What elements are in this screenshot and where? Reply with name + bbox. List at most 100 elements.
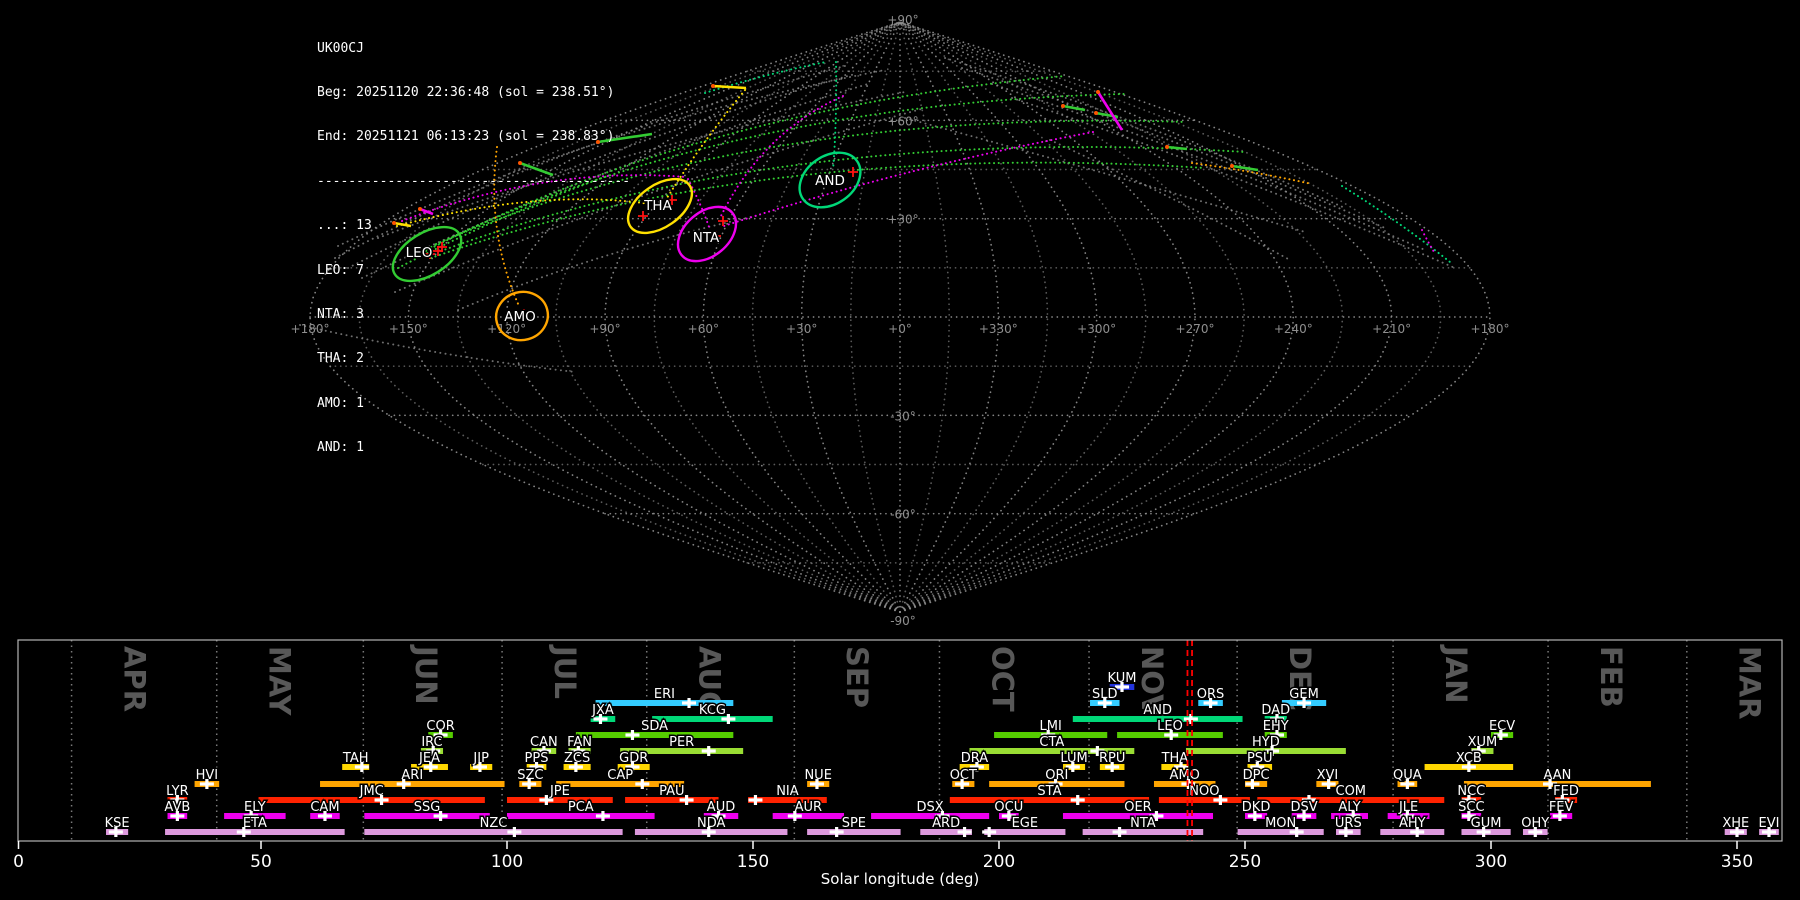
meteor-begin-point: [711, 84, 715, 88]
axis-tick-label: 300: [1475, 852, 1507, 872]
x-axis-title: Solar longitude (deg): [821, 870, 979, 888]
shower-label-ARD: ARD: [932, 816, 960, 831]
shower-label-JXA: JXA: [591, 703, 614, 718]
month-label: JUL: [548, 644, 582, 699]
shower-label-MON: MON: [1265, 816, 1296, 831]
shower-label-ALY: ALY: [1338, 800, 1360, 815]
shower-label-XUM: XUM: [1468, 735, 1498, 750]
shower-label-ETA: ETA: [243, 816, 267, 831]
shower-label-HYD: HYD: [1252, 735, 1280, 750]
month-label: FEB: [1594, 646, 1628, 708]
shower-label-LMI: LMI: [1040, 719, 1062, 734]
shower-label-CTA: CTA: [1039, 735, 1064, 750]
shower-label-STA: STA: [1037, 784, 1061, 799]
month-label: MAY: [263, 646, 297, 717]
map-latitude-label: -90°: [890, 614, 916, 628]
shower-label-DPC: DPC: [1243, 768, 1270, 783]
month-label: JAN: [1439, 644, 1473, 704]
map-latitude-label: -30°: [890, 409, 916, 423]
map-longitude-label: +240°: [1274, 322, 1313, 336]
map-longitude-label: +180°: [1471, 322, 1510, 336]
shower-label-AMO: AMO: [1170, 768, 1200, 783]
axis-tick-label: 350: [1721, 852, 1753, 872]
meteor-path: [1062, 104, 1086, 112]
info-panel: UK00CJ Beg: 20251120 22:36:48 (sol = 238…: [317, 12, 630, 486]
map-longitude-label: +0°: [888, 322, 912, 336]
map-longitude-label: +300°: [1077, 322, 1116, 336]
map-latitude-label: +90°: [887, 13, 918, 27]
shower-label-THA: THA: [1161, 751, 1189, 766]
meteor-path: [1166, 145, 1188, 151]
axis-tick-label: 0: [13, 852, 24, 872]
shower-label-AND: AND: [1143, 703, 1172, 718]
peak-marker-AND: [1183, 714, 1198, 724]
peak-marker-NZC: [507, 827, 522, 837]
shower-label-PSU: PSU: [1247, 751, 1273, 766]
shower-label-OER: OER: [1124, 800, 1151, 815]
count-tha: THA: 2: [317, 351, 364, 367]
shower-label-TAH: TAH: [342, 751, 369, 766]
radiant-label-THA: THA: [643, 198, 672, 214]
axis-tick-label: 50: [250, 852, 272, 872]
axis-tick-label: 150: [737, 852, 769, 872]
map-latitude-label: +60°: [887, 114, 918, 128]
shower-label-NIA: NIA: [776, 784, 799, 799]
peak-marker-EGE: [982, 827, 997, 837]
shower-label-ERI: ERI: [654, 687, 675, 702]
shower-label-SPE: SPE: [842, 816, 866, 831]
shower-label-SCC: SCC: [1458, 800, 1484, 815]
shower-activity-timeline: APR MAY JUN JUL AUG SEP OCT NOV DEC JAN FEB MARKUME…: [13, 639, 1783, 888]
axis-tick-label: 200: [983, 852, 1015, 872]
peak-marker-SDA: [625, 730, 640, 740]
meteor-begin-point: [1061, 104, 1065, 108]
month-label: OCT: [985, 646, 1019, 712]
shower-label-SSG: SSG: [414, 800, 441, 815]
shower-label-AUR: AUR: [795, 800, 822, 815]
shower-label-SDA: SDA: [641, 719, 668, 734]
map-longitude-label: +270°: [1176, 322, 1215, 336]
shower-label-ELY: ELY: [244, 800, 266, 815]
sporadic-trail: [1011, 97, 1456, 269]
meteor-path: [712, 84, 747, 90]
month-label: APR: [117, 646, 151, 712]
shower-label-JPE: JPE: [549, 784, 570, 799]
begin-time: Beg: 20251120 22:36:48 (sol = 238.51°): [317, 84, 615, 100]
shower-label-GUM: GUM: [1471, 816, 1502, 831]
shower-label-PAU: PAU: [659, 784, 684, 799]
shower-label-NTA: NTA: [1130, 816, 1156, 831]
station-id: UK00CJ: [317, 40, 364, 56]
peak-marker-CAP: [635, 779, 650, 789]
shower-label-NCC: NCC: [1457, 784, 1485, 799]
map-longitude-label: +210°: [1372, 322, 1411, 336]
radiant-label-AND: AND: [815, 173, 845, 189]
month-label: SEP: [840, 646, 874, 708]
peak-marker-PCA: [595, 811, 610, 821]
meteor-begin-point: [1230, 164, 1234, 168]
peak-marker-STA: [1070, 795, 1085, 805]
shower-label-EGE: EGE: [1012, 816, 1039, 831]
shower-label-AAN: AAN: [1543, 768, 1571, 783]
plot-canvas: +180° +150° +120° +90° +60° +30° +0° +330° +300°…: [13, 13, 1783, 888]
map-latitude-label: +30°: [887, 213, 918, 227]
shower-label-PCA: PCA: [568, 800, 594, 815]
map-longitude-label: +30°: [786, 322, 817, 336]
sporadic-trail: [991, 83, 1426, 251]
axis-tick-label: 100: [491, 852, 523, 872]
sporadic-trail: [1049, 139, 1291, 261]
count-nta: NTA: 3: [317, 306, 364, 322]
shower-label-KCG: KCG: [699, 703, 726, 718]
shower-label-AHY: AHY: [1399, 816, 1426, 831]
radiant-label-NTA: NTA: [693, 230, 720, 246]
separator-line: ----------------------------------------: [317, 173, 631, 189]
shower-label-DSX: DSX: [917, 800, 944, 815]
sporadic-trail: [904, 117, 1306, 233]
shower-label-PER: PER: [669, 735, 694, 750]
peak-marker-NTA: [1112, 827, 1127, 837]
peak-marker-NIA: [748, 795, 763, 805]
month-label: MAR: [1733, 646, 1767, 720]
shower-label-NOO: NOO: [1189, 784, 1219, 799]
shower-label-DRA: DRA: [961, 751, 989, 766]
month-label: JUN: [409, 644, 443, 705]
end-time: End: 20251121 06:13:23 (sol = 238.83°): [317, 129, 615, 145]
shower-label-JEA: JEA: [418, 751, 440, 766]
